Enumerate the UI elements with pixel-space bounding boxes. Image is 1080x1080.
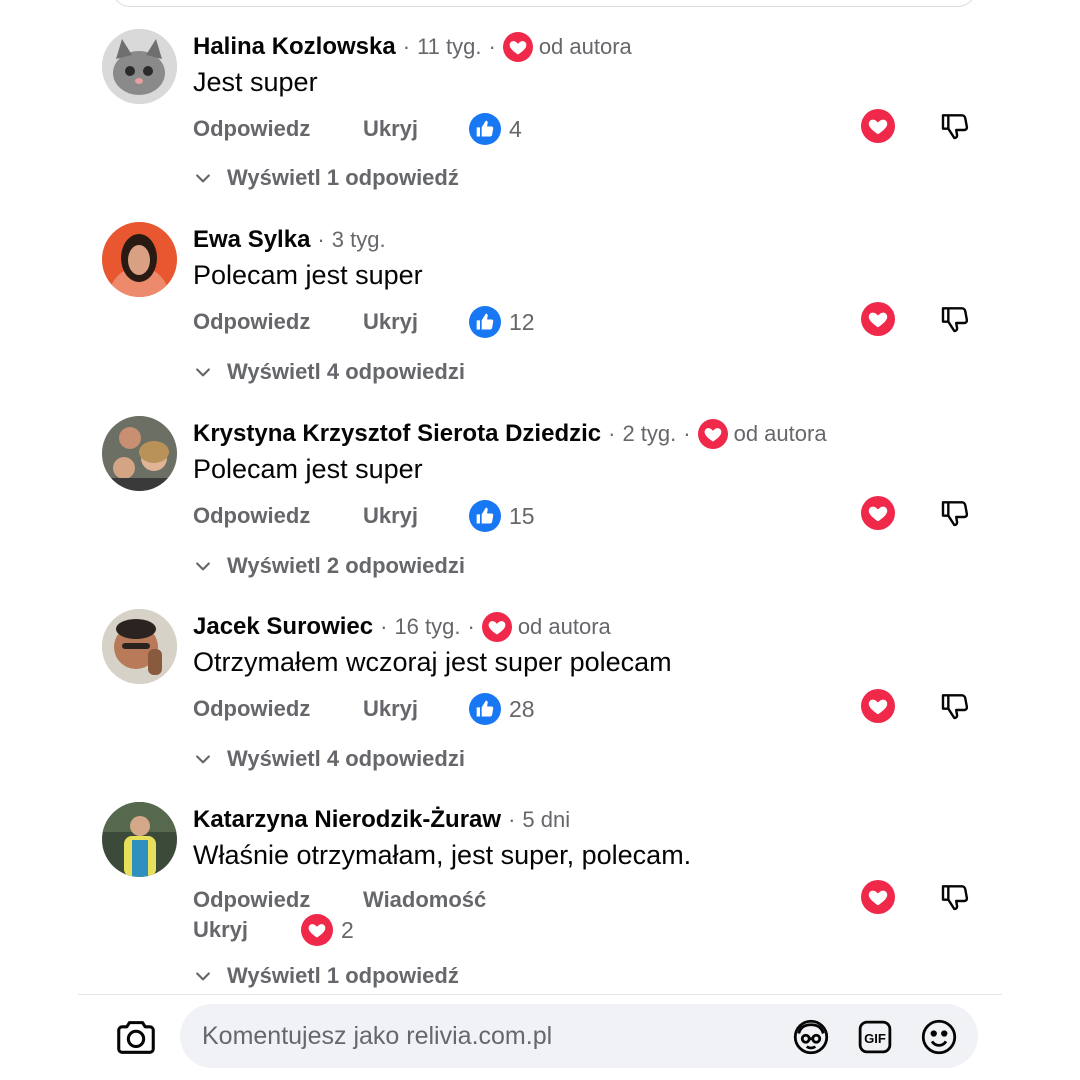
avatar[interactable] <box>102 609 177 684</box>
dislike-icon[interactable] <box>938 302 972 336</box>
author-badge: od autora <box>538 34 632 59</box>
comment-actions: Odpowiedz Ukryj 28 <box>193 691 535 727</box>
view-replies-label: Wyświetl 1 odpowiedź <box>227 963 459 988</box>
comment-actions: Odpowiedz Ukryj 12 <box>193 304 535 340</box>
heart-icon <box>697 419 728 449</box>
reaction-summary[interactable]: 12 <box>469 306 535 338</box>
reaction-count: 4 <box>509 115 522 142</box>
view-replies-button[interactable]: Wyświetl 1 odpowiedź <box>193 162 459 194</box>
love-react-button[interactable] <box>861 302 895 336</box>
comment-input[interactable] <box>202 1016 762 1056</box>
love-react-button[interactable] <box>861 496 895 530</box>
reaction-summary[interactable]: 4 <box>469 113 522 145</box>
like-icon <box>469 306 501 338</box>
reaction-summary[interactable]: 15 <box>469 500 535 532</box>
dislike-icon[interactable] <box>938 496 972 530</box>
comment-header: Ewa Sylka · 3 tyg. <box>193 226 386 254</box>
comment-text: Otrzymałem wczoraj jest super polecam <box>193 647 672 677</box>
comment-time[interactable]: 3 tyg. <box>332 227 386 253</box>
author-name[interactable]: Halina Kozlowska <box>193 33 396 61</box>
comment-input-container[interactable]: GIF <box>180 1004 978 1068</box>
hide-button[interactable]: Ukryj <box>193 917 301 943</box>
reply-button[interactable]: Odpowiedz <box>193 309 363 335</box>
hide-button[interactable]: Ukryj <box>363 116 469 142</box>
comment-time[interactable]: 11 tyg. <box>417 34 481 60</box>
avatar[interactable] <box>102 416 177 491</box>
reaction-count: 15 <box>509 502 535 529</box>
chevron-down-icon <box>196 972 210 981</box>
reaction-count: 12 <box>509 308 535 335</box>
love-icon <box>301 914 333 946</box>
avatar[interactable] <box>102 222 177 297</box>
heart-icon <box>481 612 512 642</box>
reply-button[interactable]: Odpowiedz <box>193 503 363 529</box>
author-name[interactable]: Krystyna Krzysztof Sierota Dziedzic <box>193 420 601 448</box>
divider <box>78 994 1002 995</box>
view-replies-label: Wyświetl 4 odpowiedzi <box>227 746 465 771</box>
comment-actions: Odpowiedz Ukryj 4 <box>193 111 522 147</box>
dislike-icon[interactable] <box>938 689 972 723</box>
like-icon <box>469 693 501 725</box>
like-icon <box>469 113 501 145</box>
gif-icon[interactable]: GIF <box>854 1016 896 1058</box>
chevron-down-icon <box>196 562 210 571</box>
love-react-button[interactable] <box>861 109 895 143</box>
love-react-button[interactable] <box>861 689 895 723</box>
comment-header: Krystyna Krzysztof Sierota Dziedzic · 2 … <box>193 419 827 449</box>
dislike-icon[interactable] <box>938 109 972 143</box>
comment-actions: Odpowiedz Ukryj 15 <box>193 498 535 534</box>
like-icon <box>469 500 501 532</box>
comment-header: Katarzyna Nierodzik-Żuraw · 5 dni <box>193 806 571 834</box>
reply-button[interactable]: Odpowiedz <box>193 887 363 913</box>
reaction-summary[interactable]: 2 <box>301 914 354 946</box>
comment-text: Polecam jest super <box>193 260 423 290</box>
view-replies-label: Wyświetl 4 odpowiedzi <box>227 359 465 384</box>
comment-time[interactable]: 16 tyg. <box>394 614 460 640</box>
view-replies-label: Wyświetl 2 odpowiedzi <box>227 553 465 578</box>
author-name[interactable]: Ewa Sylka <box>193 226 310 254</box>
avatar[interactable] <box>102 29 177 104</box>
comment-header: Jacek Surowiec · 16 tyg. · od autora <box>193 612 611 642</box>
previous-comment-box <box>112 0 976 7</box>
author-name[interactable]: Katarzyna Nierodzik-Żuraw <box>193 806 501 834</box>
camera-icon[interactable] <box>113 1014 159 1060</box>
reply-button[interactable]: Odpowiedz <box>193 696 363 722</box>
hide-button[interactable]: Ukryj <box>363 503 469 529</box>
comment-time[interactable]: 2 tyg. <box>622 421 676 447</box>
view-replies-button[interactable]: Wyświetl 4 odpowiedzi <box>193 356 465 388</box>
comment-time[interactable]: 5 dni <box>522 807 570 833</box>
author-badge: od autora <box>733 421 827 446</box>
view-replies-button[interactable]: Wyświetl 4 odpowiedzi <box>193 743 465 775</box>
avatar[interactable] <box>102 802 177 877</box>
love-react-button[interactable] <box>861 880 895 914</box>
author-badge: od autora <box>517 614 611 639</box>
chevron-down-icon <box>196 174 210 183</box>
view-replies-button[interactable]: Wyświetl 1 odpowiedź <box>193 960 459 992</box>
reaction-summary[interactable]: 28 <box>469 693 535 725</box>
svg-text:GIF: GIF <box>864 1031 886 1046</box>
view-replies-label: Wyświetl 1 odpowiedź <box>227 165 459 190</box>
comment-text: Właśnie otrzymałam, jest super, polecam. <box>193 840 692 870</box>
avatar-sticker-icon[interactable] <box>790 1016 832 1058</box>
message-button[interactable]: Wiadomość <box>363 887 486 913</box>
comment-header: Halina Kozlowska · 11 tyg. · od autora <box>193 32 632 62</box>
comment-text: Polecam jest super <box>193 454 423 484</box>
chevron-down-icon <box>196 368 210 377</box>
hide-button[interactable]: Ukryj <box>363 309 469 335</box>
author-name[interactable]: Jacek Surowiec <box>193 613 373 641</box>
reaction-count: 2 <box>341 916 354 943</box>
dislike-icon[interactable] <box>938 880 972 914</box>
comment-actions-row2: Ukryj 2 <box>193 912 354 948</box>
hide-button[interactable]: Ukryj <box>363 696 469 722</box>
view-replies-button[interactable]: Wyświetl 2 odpowiedzi <box>193 550 465 582</box>
chevron-down-icon <box>196 755 210 764</box>
emoji-icon[interactable] <box>918 1016 960 1058</box>
comment-text: Jest super <box>193 67 318 97</box>
reaction-count: 28 <box>509 695 535 722</box>
heart-icon <box>502 32 533 62</box>
reply-button[interactable]: Odpowiedz <box>193 116 363 142</box>
